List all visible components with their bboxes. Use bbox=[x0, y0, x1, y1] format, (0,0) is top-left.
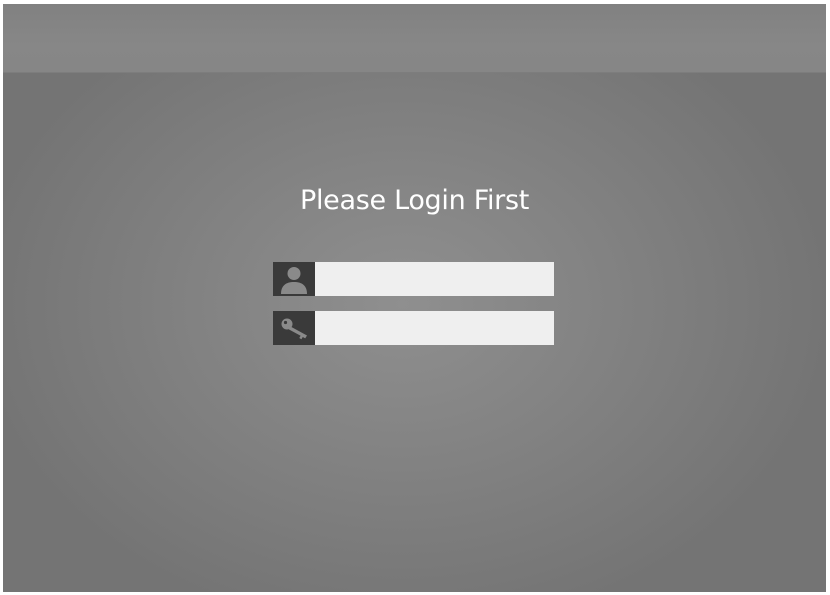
key-icon bbox=[273, 311, 315, 345]
page-title: Please Login First bbox=[299, 185, 530, 216]
password-input[interactable] bbox=[315, 311, 554, 345]
username-field bbox=[273, 262, 554, 296]
password-field bbox=[273, 311, 554, 345]
user-icon bbox=[273, 262, 315, 296]
username-input[interactable] bbox=[315, 262, 554, 296]
header-band bbox=[3, 4, 826, 73]
login-screen: Please Login First bbox=[3, 4, 826, 592]
